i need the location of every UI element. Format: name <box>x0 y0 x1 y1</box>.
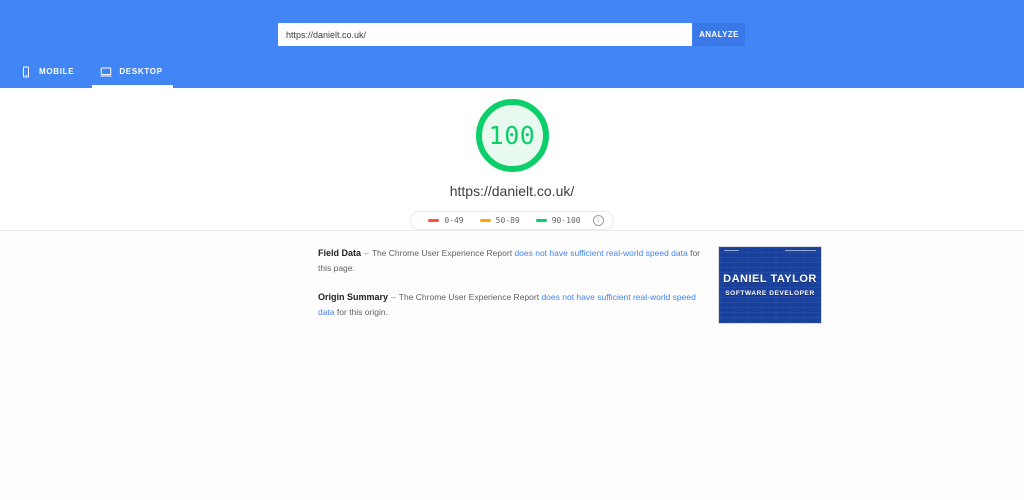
score-section: 100 https://danielt.co.uk/ 0-49 50-89 90… <box>0 88 1024 230</box>
app-header: ANALYZE MOBILE DESKT <box>0 0 1024 88</box>
field-data-dash: – <box>364 248 369 258</box>
field-data-term: Field Data <box>318 248 362 258</box>
site-screenshot: DANIEL TAYLOR SOFTWARE DEVELOPER <box>719 247 821 323</box>
origin-summary-text-after: for this origin. <box>336 306 388 317</box>
legend-dash-good <box>535 219 547 222</box>
device-tabs: MOBILE DESKTOP <box>8 54 177 88</box>
phone-icon <box>20 65 32 78</box>
legend-label-poor: 0-49 <box>444 216 464 225</box>
report-text-column: Field Data – The Chrome User Experience Re… <box>318 231 708 319</box>
score-legend: 0-49 50-89 90-100 i <box>410 211 614 230</box>
origin-summary-term: Origin Summary <box>318 291 389 302</box>
origin-summary-text-before: The Chrome User Experience Report <box>398 291 540 302</box>
page-thumbnail: DANIEL TAYLOR SOFTWARE DEVELOPER <box>718 246 822 324</box>
field-data-link[interactable]: does not have sufficient real-world spee… <box>514 248 687 258</box>
tab-mobile[interactable]: MOBILE <box>8 54 88 88</box>
legend-item-poor: 0-49 <box>420 216 471 225</box>
info-icon[interactable]: i <box>592 215 604 226</box>
pagespeed-insights-page: ANALYZE MOBILE DESKT <box>0 0 1024 500</box>
report-body: Field Data – The Chrome User Experience Re… <box>0 231 1024 500</box>
tab-desktop[interactable]: DESKTOP <box>88 54 176 88</box>
origin-summary-dash: – <box>391 291 396 302</box>
legend-item-average: 50-89 <box>472 216 528 225</box>
score-value: 100 <box>488 121 536 150</box>
screenshot-title: DANIEL TAYLOR <box>723 272 817 285</box>
url-input[interactable] <box>278 23 692 46</box>
site-navbar <box>719 247 821 254</box>
search-bar: ANALYZE <box>278 23 745 46</box>
field-data-text-before: The Chrome User Experience Report <box>371 248 513 258</box>
analyzed-url: https://danielt.co.uk/ <box>449 183 575 199</box>
legend-item-good: 90-100 <box>528 216 589 225</box>
legend-dash-poor <box>428 219 440 222</box>
tab-desktop-label: DESKTOP <box>119 66 163 76</box>
field-data-block: Field Data – The Chrome User Experience Re… <box>318 246 708 275</box>
legend-label-average: 50-89 <box>495 216 520 225</box>
analyze-button[interactable]: ANALYZE <box>693 23 745 46</box>
desktop-icon <box>100 65 112 77</box>
screenshot-title-group: DANIEL TAYLOR SOFTWARE DEVELOPER <box>719 273 821 297</box>
legend-dash-average <box>479 219 491 222</box>
origin-summary-block: Origin Summary – The Chrome User Experienc… <box>318 290 708 319</box>
legend-label-good: 90-100 <box>551 216 581 225</box>
score-gauge: 100 <box>475 99 549 172</box>
screenshot-subtitle: SOFTWARE DEVELOPER <box>725 289 815 297</box>
tab-mobile-label: MOBILE <box>39 66 75 76</box>
